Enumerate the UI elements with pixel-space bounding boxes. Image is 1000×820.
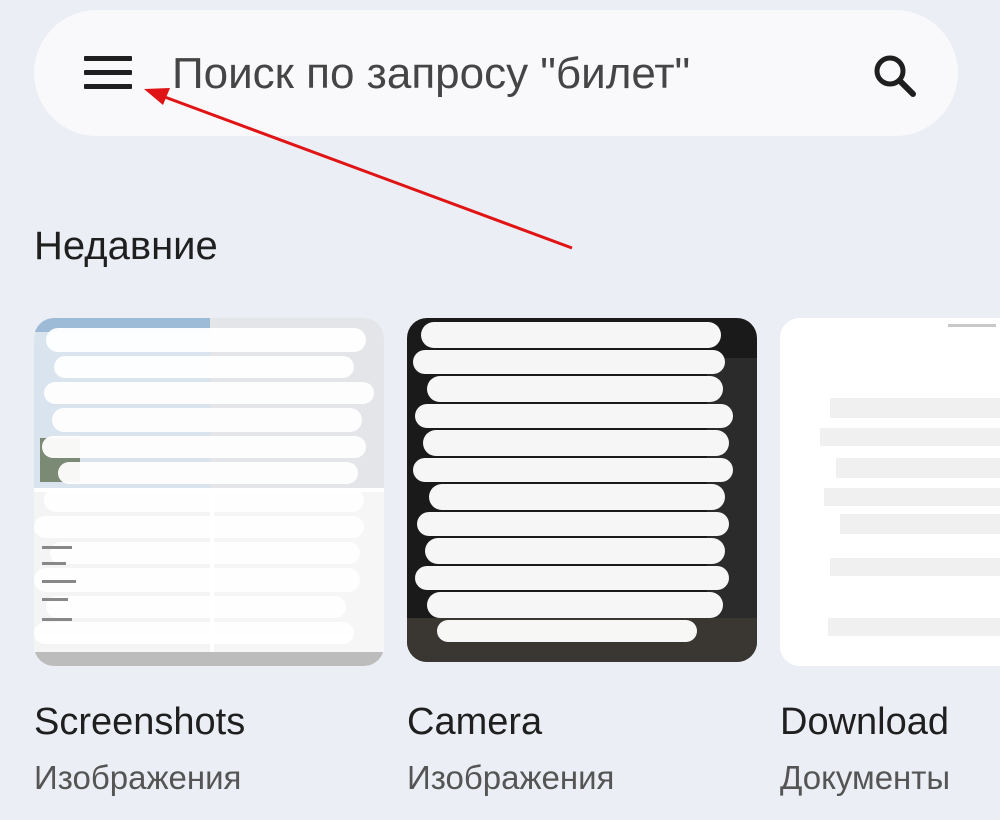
search-icon — [874, 55, 916, 97]
folder-thumbnail — [780, 318, 1000, 666]
folder-name: Camera — [407, 701, 543, 743]
menu-button[interactable] — [80, 52, 136, 96]
folder-name: Download — [780, 701, 949, 743]
folder-thumbnail — [34, 318, 384, 666]
folder-card-camera[interactable]: Camera Изображения — [407, 318, 757, 800]
folder-thumbnail — [407, 318, 757, 662]
search-button[interactable] — [862, 44, 926, 108]
section-title-recent: Недавние — [34, 224, 218, 268]
folder-type: Документы — [780, 759, 951, 796]
folder-type: Изображения — [407, 759, 615, 796]
folder-name: Screenshots — [34, 701, 246, 743]
folder-card-screenshots[interactable]: Screenshots Изображения — [34, 318, 384, 800]
search-input-placeholder[interactable]: Поиск по запросу "билет" — [172, 50, 690, 98]
folder-type: Изображения — [34, 759, 242, 796]
folder-card-download[interactable]: Download Документы — [780, 318, 1000, 800]
